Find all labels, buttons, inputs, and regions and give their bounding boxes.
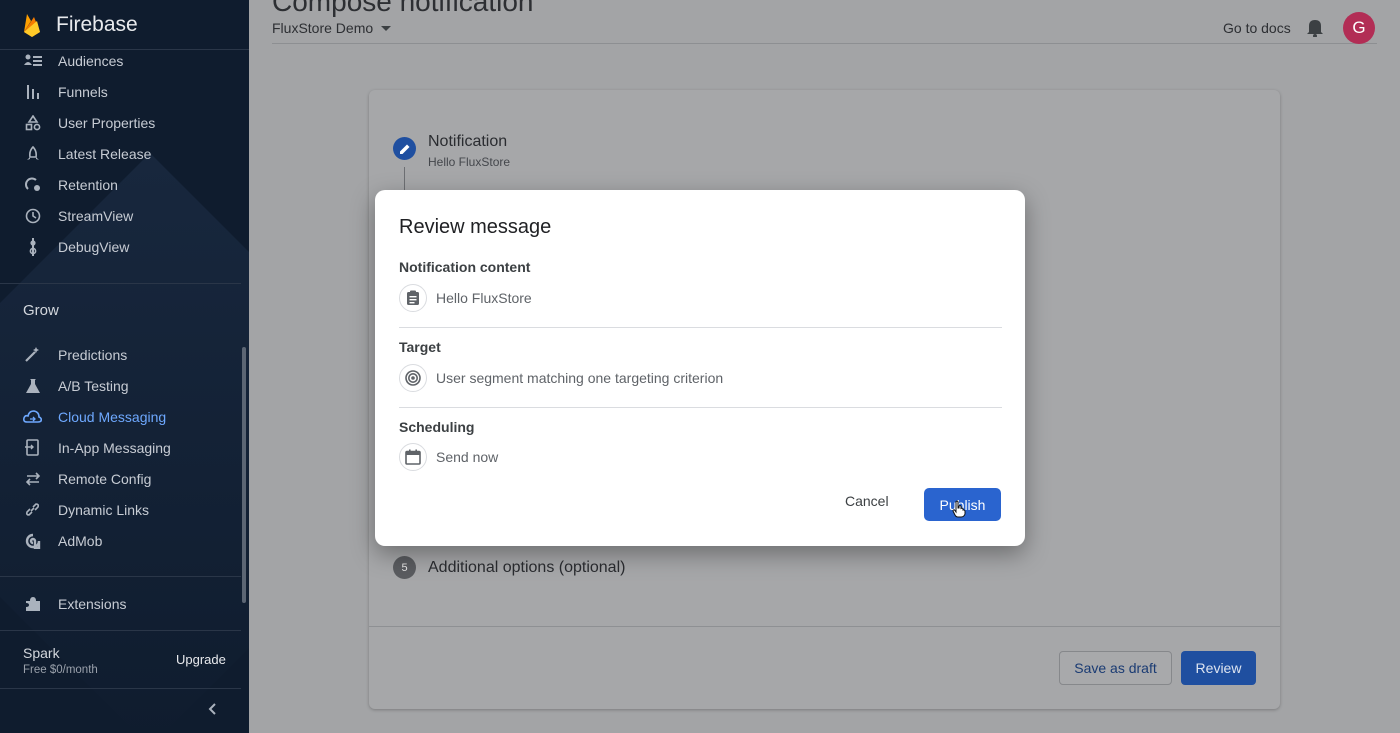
audiences-icon [23, 51, 42, 70]
bell-icon [1307, 20, 1323, 38]
clipboard-icon [399, 284, 427, 312]
dialog-title: Review message [399, 216, 552, 238]
sidebar-item-label: Retention [58, 176, 118, 193]
sidebar-item-label: Predictions [58, 346, 128, 363]
step-additional-options[interactable]: 5 Additional options (optional) [393, 556, 625, 579]
sidebar-item-funnels[interactable]: Funnels [0, 76, 241, 107]
sidebar-item-label: Dynamic Links [58, 501, 150, 518]
avatar[interactable]: G [1343, 12, 1375, 44]
step-notification[interactable]: Notification Hello FluxStore [393, 133, 511, 169]
review-button[interactable]: Review [1181, 651, 1256, 685]
sidebar-item-admob[interactable]: AdMob [0, 525, 241, 556]
link-icon [23, 500, 42, 519]
project-name: FluxStore Demo [272, 20, 374, 36]
step-number-badge: 5 [393, 556, 416, 579]
funnels-icon [23, 82, 42, 101]
step-connector [404, 167, 405, 191]
extensions-icon [23, 594, 42, 613]
clock-icon [23, 206, 42, 225]
user-properties-icon [23, 113, 42, 132]
remote-config-icon [23, 469, 42, 488]
target-icon [399, 364, 427, 392]
admob-icon [23, 531, 42, 550]
sidebar-item-label: DebugView [58, 238, 130, 255]
cancel-button[interactable]: Cancel [845, 493, 889, 509]
review-message-dialog: Review message Notification content Hell… [375, 190, 1025, 546]
calendar-icon [399, 443, 427, 471]
chevron-left-icon [208, 703, 216, 715]
sidebar-divider [0, 283, 241, 284]
sidebar-item-label: Cloud Messaging [58, 408, 167, 425]
notifications-button[interactable] [1306, 17, 1324, 42]
scheduling-row: Send now [399, 443, 498, 471]
sidebar-item-label: StreamView [58, 207, 134, 224]
flask-icon [23, 376, 42, 395]
step-title: Notification [428, 133, 508, 150]
sidebar-item-extensions[interactable]: Extensions [0, 588, 241, 619]
pencil-icon [399, 144, 409, 154]
sidebar-divider [0, 576, 241, 577]
sidebar-item-label: User Properties [58, 114, 156, 131]
step-subtitle: Hello FluxStore [428, 155, 511, 169]
retention-icon [23, 175, 42, 194]
sidebar-item-remote-config[interactable]: Remote Config [0, 463, 241, 494]
caret-down-icon [381, 25, 392, 31]
save-as-draft-button[interactable]: Save as draft [1059, 651, 1172, 685]
upgrade-button[interactable]: Upgrade [176, 652, 226, 667]
dialog-divider [399, 407, 1002, 408]
sidebar-item-debugview[interactable]: DebugView [0, 231, 241, 262]
dialog-divider [399, 327, 1002, 328]
sidebar-item-in-app-messaging[interactable]: In-App Messaging [0, 432, 241, 463]
sidebar-item-label: Audiences [58, 52, 124, 69]
cloud-messaging-icon [23, 407, 42, 426]
plan-price: Free $0/month [23, 664, 98, 676]
sidebar-item-ab-testing[interactable]: A/B Testing [0, 370, 241, 401]
notification-content-label: Notification content [399, 259, 531, 275]
scheduling-value: Send now [436, 449, 499, 465]
header-divider [272, 43, 1377, 44]
in-app-messaging-icon [23, 438, 42, 457]
collapse-sidebar-button[interactable] [208, 702, 218, 721]
rocket-icon [23, 144, 42, 163]
sidebar-item-dynamic-links[interactable]: Dynamic Links [0, 494, 241, 525]
brand[interactable]: Firebase [0, 0, 249, 50]
sidebar-item-label: Extensions [58, 595, 127, 612]
sidebar-item-label: In-App Messaging [58, 439, 171, 456]
scheduling-label: Scheduling [399, 419, 475, 435]
firebase-logo-icon [24, 13, 40, 37]
notification-content-value: Hello FluxStore [436, 290, 532, 306]
sidebar-divider [0, 630, 241, 631]
card-footer-divider [369, 626, 1280, 627]
plan-info: Spark Free $0/month [23, 645, 98, 676]
notification-content-row: Hello FluxStore [399, 284, 532, 312]
step-title: Additional options (optional) [428, 558, 626, 576]
project-selector[interactable]: FluxStore Demo [272, 20, 392, 36]
brand-name: Firebase [56, 12, 138, 36]
sidebar-item-user-properties[interactable]: User Properties [0, 107, 241, 138]
sidebar-item-label: Remote Config [58, 470, 152, 487]
sidebar-item-streamview[interactable]: StreamView [0, 200, 241, 231]
magic-wand-icon [23, 345, 42, 364]
sidebar-item-cloud-messaging[interactable]: Cloud Messaging [0, 401, 241, 432]
sidebar: Firebase Audiences Funnels User Properti… [0, 0, 249, 733]
sidebar-divider [0, 688, 241, 689]
sidebar-item-label: AdMob [58, 532, 103, 549]
page-title: Compose notification [272, 0, 534, 17]
sidebar-item-latest-release[interactable]: Latest Release [0, 138, 241, 169]
sidebar-scrollbar[interactable] [242, 347, 246, 603]
hand-cursor-icon [952, 500, 966, 518]
plan-name: Spark [23, 645, 60, 661]
sidebar-item-label: Latest Release [58, 145, 152, 162]
target-row: User segment matching one targeting crit… [399, 364, 723, 392]
debug-icon [23, 237, 42, 256]
sidebar-item-retention[interactable]: Retention [0, 169, 241, 200]
go-to-docs-link[interactable]: Go to docs [1223, 20, 1291, 36]
sidebar-item-predictions[interactable]: Predictions [0, 339, 241, 370]
sidebar-item-label: A/B Testing [58, 377, 129, 394]
sidebar-item-label: Funnels [58, 83, 108, 100]
sidebar-section-grow: Grow [23, 302, 59, 319]
target-label: Target [399, 339, 441, 355]
step-edit-badge [393, 137, 416, 160]
target-value: User segment matching one targeting crit… [436, 370, 724, 386]
